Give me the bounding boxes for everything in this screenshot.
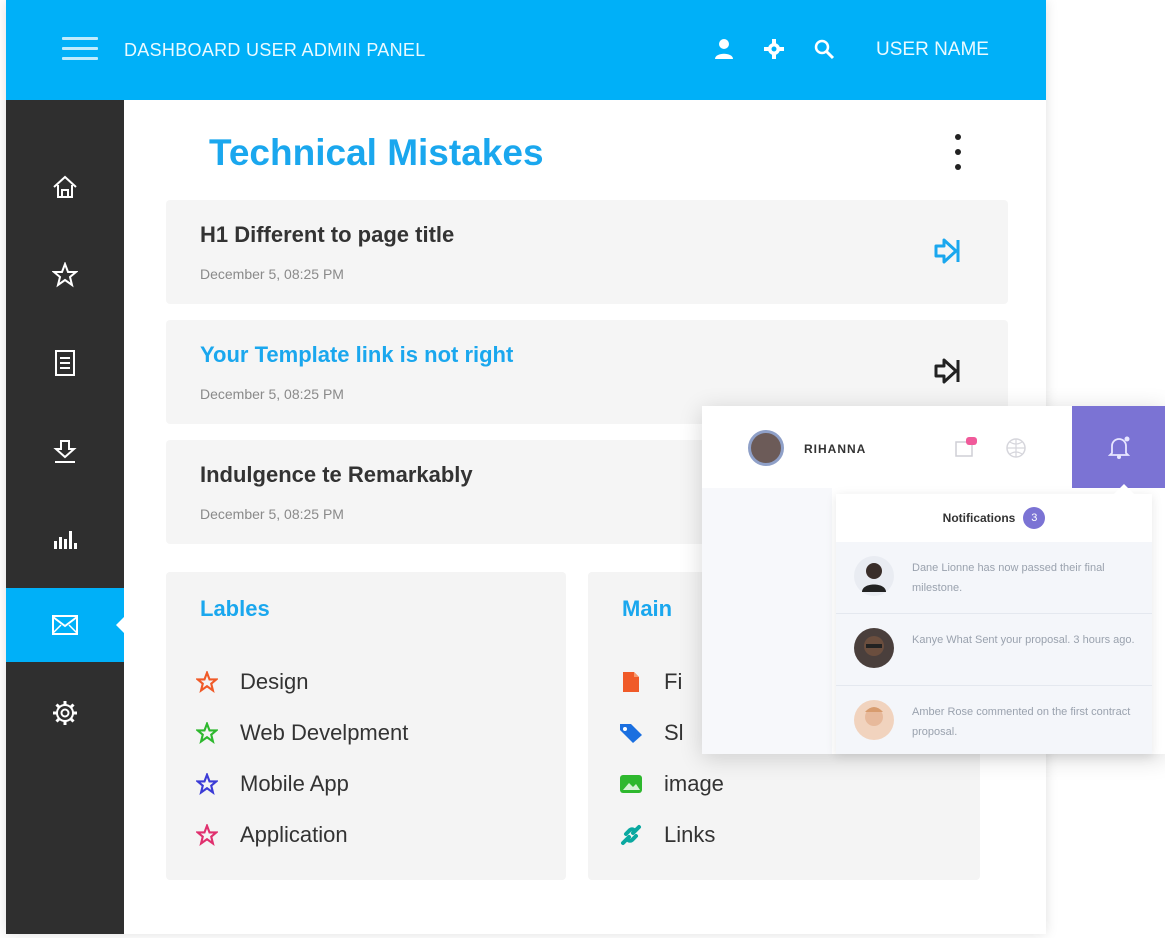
main-item-label: image bbox=[664, 770, 724, 796]
star-icon bbox=[52, 262, 78, 288]
document-icon bbox=[55, 350, 75, 376]
issue-title: Your Template link is not right bbox=[200, 342, 514, 367]
issue-date: December 5, 08:25 PM bbox=[200, 266, 344, 282]
chart-icon bbox=[54, 531, 77, 549]
notifications-panel: Notifications 3 Dane Lionne has now pass… bbox=[836, 484, 1152, 754]
notification-text: Amber Rose commented on the first contra… bbox=[912, 706, 1131, 738]
label-text: Mobile App bbox=[240, 770, 349, 796]
more-options-icon[interactable] bbox=[952, 132, 964, 172]
top-icon-group bbox=[712, 36, 836, 62]
issue-date: December 5, 08:25 PM bbox=[200, 386, 344, 402]
labels-heading: Lables bbox=[200, 596, 270, 621]
issue-date: December 5, 08:25 PM bbox=[200, 506, 344, 522]
notification-popup: RIHANNA Notifications 3 Dane Lionne has … bbox=[702, 406, 1165, 754]
avatar bbox=[854, 556, 894, 596]
star-icon bbox=[194, 823, 220, 847]
active-indicator bbox=[116, 617, 124, 633]
label-text: Design bbox=[240, 668, 309, 694]
main-item-label: Sl bbox=[664, 719, 684, 745]
notifications-header: Notifications 3 bbox=[836, 484, 1152, 542]
sidebar bbox=[6, 100, 132, 934]
notification-item[interactable]: Dane Lionne has now passed their final m… bbox=[836, 542, 1152, 614]
home-icon bbox=[53, 175, 77, 198]
search-icon[interactable] bbox=[812, 36, 836, 62]
sidebar-item-downloads[interactable] bbox=[6, 414, 124, 488]
tag-icon bbox=[618, 721, 644, 745]
main-item-links[interactable]: Links bbox=[618, 809, 724, 860]
username-menu[interactable]: USER NAME bbox=[876, 39, 989, 61]
app-title: DASHBOARD USER ADMIN PANEL bbox=[124, 40, 426, 60]
label-text: Application bbox=[240, 821, 348, 847]
star-icon bbox=[194, 772, 220, 796]
sidebar-item-home[interactable] bbox=[6, 150, 124, 224]
image-icon bbox=[618, 772, 644, 796]
notifications-button[interactable] bbox=[1072, 406, 1165, 488]
menu-icon[interactable] bbox=[62, 37, 98, 61]
file-icon bbox=[618, 670, 644, 694]
sidebar-item-favorites[interactable] bbox=[6, 238, 124, 312]
download-icon bbox=[53, 440, 77, 463]
avatar bbox=[854, 628, 894, 668]
gear-icon[interactable] bbox=[762, 36, 786, 62]
labels-card: Lables Design Web Develpment Mobile App … bbox=[166, 572, 566, 880]
issue-item[interactable]: H1 Different to page title December 5, 0… bbox=[166, 200, 1008, 304]
bell-icon bbox=[1107, 436, 1130, 459]
mail-icon bbox=[52, 615, 78, 635]
arrow-right-icon[interactable] bbox=[932, 356, 962, 386]
sidebar-item-documents[interactable] bbox=[6, 326, 124, 400]
main-heading: Main bbox=[622, 596, 673, 621]
sidebar-item-settings[interactable] bbox=[6, 676, 124, 750]
main-item-label: Fi bbox=[664, 668, 683, 694]
notifications-count-badge: 3 bbox=[1023, 507, 1046, 529]
avatar[interactable] bbox=[748, 430, 784, 466]
notification-text: Kanye What Sent your proposal. 3 hours a… bbox=[912, 634, 1135, 646]
star-icon bbox=[194, 670, 220, 694]
notification-item[interactable]: Kanye What Sent your proposal. 3 hours a… bbox=[836, 614, 1152, 686]
notifications-title: Notifications bbox=[942, 511, 1016, 525]
star-icon bbox=[194, 721, 220, 745]
page-title: Technical Mistakes bbox=[209, 132, 544, 173]
top-bar: DASHBOARD USER ADMIN PANEL USER NAME bbox=[6, 0, 1046, 100]
sidebar-item-analytics[interactable] bbox=[6, 502, 124, 576]
issue-title: Indulgence te Remarkably bbox=[200, 462, 473, 487]
label-item-application[interactable]: Application bbox=[194, 809, 408, 860]
sidebar-item-mail[interactable] bbox=[6, 588, 132, 662]
notification-item[interactable]: Amber Rose commented on the first contra… bbox=[836, 686, 1152, 758]
label-item-mobile-app[interactable]: Mobile App bbox=[194, 758, 408, 809]
label-item-design[interactable]: Design bbox=[194, 656, 408, 707]
main-item-label: Links bbox=[664, 821, 716, 847]
profile-name: RIHANNA bbox=[804, 442, 867, 456]
arrow-right-icon[interactable] bbox=[932, 236, 962, 266]
globe-icon[interactable] bbox=[1004, 436, 1028, 460]
settings-icon bbox=[53, 701, 77, 725]
main-item-image[interactable]: image bbox=[618, 758, 724, 809]
label-text: Web Develpment bbox=[240, 719, 409, 745]
avatar bbox=[854, 700, 894, 740]
notification-text: Dane Lionne has now passed their final m… bbox=[912, 562, 1105, 594]
user-icon[interactable] bbox=[712, 36, 736, 62]
message-icon[interactable] bbox=[954, 436, 978, 460]
label-item-web-development[interactable]: Web Develpment bbox=[194, 707, 408, 758]
issue-title: H1 Different to page title bbox=[200, 222, 455, 247]
link-icon bbox=[618, 823, 644, 847]
popup-side-panel bbox=[702, 488, 832, 754]
